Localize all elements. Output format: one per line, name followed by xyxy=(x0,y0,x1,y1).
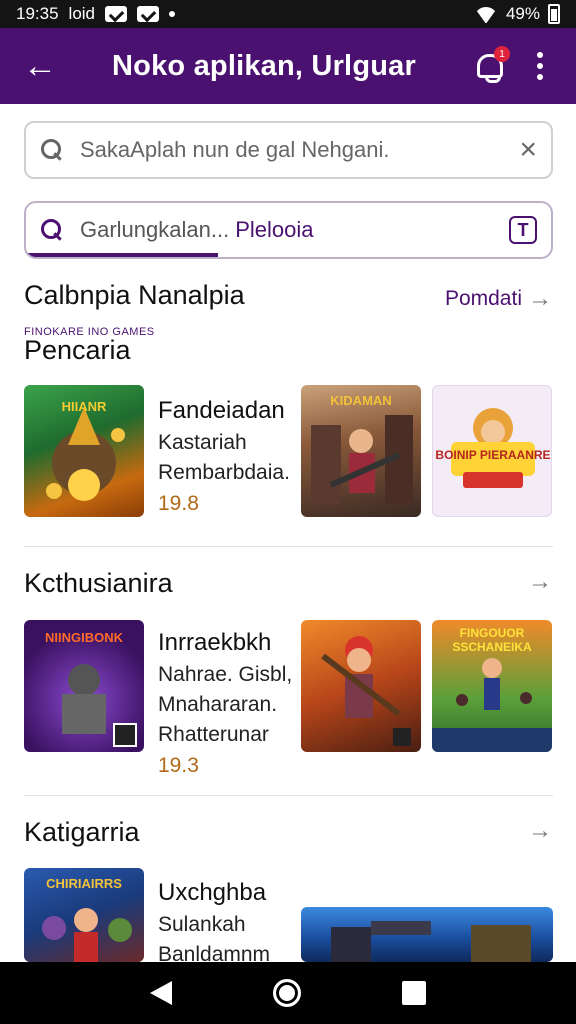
app-bar: ← Noko aplikan, Urlguar 1 xyxy=(0,28,576,104)
game-tile[interactable] xyxy=(301,620,421,752)
status-time: 19:35 xyxy=(16,4,59,23)
game-tile[interactable]: HIIANR xyxy=(24,385,144,517)
divider xyxy=(24,546,553,547)
back-button[interactable]: ← xyxy=(20,46,60,86)
nav-home-icon[interactable] xyxy=(272,979,301,1007)
divider xyxy=(24,795,553,796)
game-description-2: Rhatterunar xyxy=(158,723,269,746)
game-rating: 19.3 xyxy=(158,754,199,777)
game-subtitle: Nahrae. Gisbl, xyxy=(158,663,293,686)
game-tile[interactable]: FINGOUOR SSCHANEIKA xyxy=(432,620,552,752)
see-more-link[interactable]: → xyxy=(528,817,552,845)
game-title: Uxchghba xyxy=(158,879,267,906)
game-tile[interactable]: KIDAMAN xyxy=(301,385,421,517)
arrow-right-icon: → xyxy=(528,568,552,595)
game-rating: 19.8 xyxy=(158,492,199,515)
status-bar: 19:35 loid 49% xyxy=(0,0,576,28)
search-icon xyxy=(40,218,64,242)
arrow-right-icon: → xyxy=(528,285,552,312)
system-nav-bar xyxy=(0,962,576,1024)
section-sub-title: Pencaria xyxy=(24,335,131,365)
nav-back-icon[interactable] xyxy=(150,981,173,1005)
clear-icon[interactable]: × xyxy=(519,135,537,165)
arrow-right-icon: → xyxy=(528,817,552,844)
more-vert-icon xyxy=(537,52,543,58)
section-title: Kcthusianira xyxy=(24,568,173,598)
status-network-label: loid xyxy=(68,4,96,23)
tile-title: BOINIP PIERAANRE xyxy=(435,448,551,462)
page-title: Noko aplikan, Urlguar xyxy=(112,49,416,82)
game-info[interactable]: Inrraekbkh Nahrae. Gisbl, Mnahararan. Rh… xyxy=(158,626,292,782)
filter-icon[interactable]: T xyxy=(509,216,537,244)
game-title: Fandeiadan xyxy=(158,397,285,424)
game-art-icon xyxy=(321,636,411,746)
battery-icon xyxy=(548,4,560,24)
see-more-link[interactable]: → xyxy=(528,568,552,596)
game-tile[interactable]: BOINIP PIERAANRE xyxy=(432,385,552,517)
game-subtitle: Sulankah xyxy=(158,913,246,936)
section-title: Calbnpia Nanalpia xyxy=(24,280,245,310)
tile-title: CHIRIAIRRS xyxy=(46,876,122,891)
game-info[interactable]: Fandeiadan Kastariah Rembarbdaia. 19.8 xyxy=(158,394,290,520)
filter-search-input[interactable]: Garlungkalan... Plelooia T xyxy=(24,201,553,259)
tile-title: KIDAMAN xyxy=(330,393,392,408)
game-tile[interactable]: NIINGIBONK xyxy=(24,620,144,752)
search-input[interactable]: SakaAplah nun de gal Nehgani. × xyxy=(24,121,553,179)
section-title: Katigarria xyxy=(24,817,140,847)
battery-percent: 49% xyxy=(505,4,540,23)
see-more-label: Pomdati xyxy=(444,287,522,310)
filter-search-text: Garlungkalan... Plelooia xyxy=(80,217,314,242)
game-art-icon xyxy=(331,921,531,962)
tile-title: NIINGIBONK xyxy=(45,630,123,645)
dot-icon xyxy=(169,11,176,17)
more-options-button[interactable] xyxy=(524,46,556,86)
notification-icon xyxy=(105,6,128,22)
tile-title: HIIANR xyxy=(61,399,107,414)
game-info[interactable]: Uxchghba Sulankah Banldamnm xyxy=(158,876,270,970)
game-description: Mnahararan. xyxy=(158,693,278,716)
arrow-left-icon: ← xyxy=(23,47,57,85)
game-description: Rembarbdaia. xyxy=(158,461,290,484)
game-tile[interactable]: CHIRIAIRRS xyxy=(24,868,144,962)
search-icon xyxy=(40,138,64,162)
see-more-link[interactable]: Pomdati → xyxy=(445,285,552,313)
filter-highlight: Plelooia xyxy=(235,217,314,242)
focus-underline xyxy=(26,253,218,257)
game-subtitle: Kastariah xyxy=(158,431,247,454)
notifications-button[interactable]: 1 xyxy=(468,44,512,88)
game-title: Inrraekbkh xyxy=(158,629,272,656)
nav-recents-icon[interactable] xyxy=(401,981,426,1005)
tile-title: FINGOUOR SSCHANEIKA xyxy=(452,626,532,654)
notification-badge: 1 xyxy=(494,46,510,62)
wifi-icon xyxy=(474,5,498,23)
search-placeholder: SakaAplah nun de gal Nehgani. xyxy=(80,137,390,162)
game-tile[interactable] xyxy=(301,907,553,962)
mail-icon xyxy=(137,6,160,22)
